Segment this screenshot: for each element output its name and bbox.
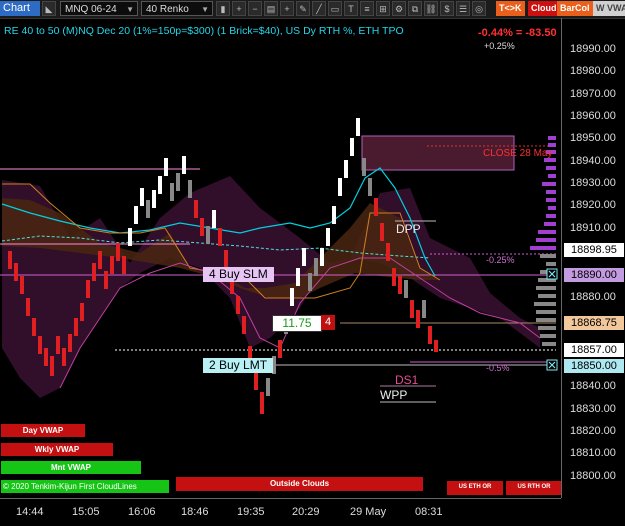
time-tick: 16:06 [128,506,156,518]
marker-current-price: 18857.00 [564,343,624,357]
price-tick: 18830.00 [570,403,616,415]
period-label: 40 Renko [146,4,189,15]
period-selector[interactable]: 40 Renko ▼ [141,1,213,16]
wpp-label: WPP [380,388,408,402]
outside-clouds-button[interactable]: Outside Clouds [176,477,423,491]
price-tick: 18880.00 [570,291,616,303]
marker-last-price: 18898.95 [564,243,624,257]
close-label: CLOSE 28 May [483,148,553,159]
marker-target-price: 18868.75 [564,316,624,330]
barcol-toggle[interactable]: BarCol [557,1,593,16]
data-box-icon[interactable]: ▤ [264,1,278,16]
window-linking-icon[interactable]: ⛓ [424,1,438,16]
fib-tool-icon[interactable]: ≡ [360,1,374,16]
bars-icon[interactable]: ▮ [216,1,230,16]
daily-change-pct: +0.25% [484,41,515,51]
chart-tab[interactable]: Chart [0,1,40,16]
price-tick: 18950.00 [570,132,616,144]
daily-change: -0.44% = -83.50 [478,27,557,39]
instrument-selector[interactable]: MNQ 06-24 ▼ [60,1,138,16]
chart-title: RE 40 to 50 (M)NQ Dec 20 (1%=150p=$300) … [4,25,404,37]
price-tick: 18800.00 [570,470,616,482]
text-tool-icon[interactable]: T [344,1,358,16]
strategy-icon[interactable]: ◎ [472,1,486,16]
volume-profile [530,136,556,346]
ds1-label: DS1 [395,373,419,387]
time-tick: 18:46 [181,506,209,518]
chart-toolbar: Chart ◣ MNQ 06-24 ▼ 40 Renko ▼ ▮ + − ▤ + ✎… [0,0,625,19]
chevron-down-icon: ▼ [201,5,209,14]
dpp-label: DPP [396,222,421,236]
price-tick: 18920.00 [570,199,616,211]
us-rth-or-button[interactable]: US RTH OR [506,481,562,495]
price-entry-box[interactable]: 11.75 [272,315,322,332]
price-ladder-icon[interactable]: ☰ [456,1,470,16]
mnt-vwap-button[interactable]: Mnt VWAP [1,461,141,474]
time-tick: 20:29 [292,506,320,518]
time-axis[interactable]: 14:44 15:05 16:06 18:46 19:35 20:29 29 M… [0,498,561,526]
cursor-icon[interactable]: ◣ [42,1,56,16]
wkly-vwap-button[interactable]: Wkly VWAP [1,443,113,456]
marker-slm-price: 18890.00 [564,268,624,282]
chevron-down-icon: ▼ [126,5,134,14]
cloud-toggle[interactable]: Cloud [528,1,560,16]
time-tick: 08:31 [415,506,443,518]
instrument-label: MNQ 06-24 [65,4,117,15]
buy-slm-order[interactable]: 4 Buy SLM [203,267,274,282]
price-tick: 18960.00 [570,110,616,122]
wvwap-toggle[interactable]: W VWAP [593,1,625,16]
line-tool-icon[interactable]: ╱ [312,1,326,16]
time-tick: 15:05 [72,506,100,518]
tk-toggle[interactable]: T<>K [496,1,525,16]
time-tick: 29 May [350,506,387,518]
minus-05-label: -0.5% [486,363,510,373]
price-tick: 18840.00 [570,380,616,392]
price-tick: 18810.00 [570,447,616,459]
price-tick: 18980.00 [570,65,616,77]
price-tick: 18820.00 [570,425,616,437]
zoom-in-icon[interactable]: + [232,1,246,16]
zoom-out-icon[interactable]: − [248,1,262,16]
price-tick: 18940.00 [570,155,616,167]
copy-icon[interactable]: ⧉ [408,1,422,16]
price-axis[interactable]: 18990.00 18980.00 18970.00 18960.00 1895… [561,18,625,498]
price-tick: 18990.00 [570,43,616,55]
price-chart[interactable]: RE 40 to 50 (M)NQ Dec 20 (1%=150p=$300) … [0,18,562,498]
us-eth-or-button[interactable]: US ETH OR [447,481,503,495]
minus-025-label: -0.25% [486,255,515,265]
rectangle-tool-icon[interactable]: ▭ [328,1,342,16]
quantity-box[interactable]: 4 [321,315,335,330]
copyright-button[interactable]: © 2020 Tenkim-Kijun First CloudLines [1,480,169,493]
day-vwap-button[interactable]: Day VWAP [1,424,85,437]
crosshair-icon[interactable]: + [280,1,294,16]
marker-lmt-price: 18850.00 [564,359,624,373]
price-tick: 18970.00 [570,88,616,100]
time-tick: 19:35 [237,506,265,518]
buy-lmt-order[interactable]: 2 Buy LMT [203,358,274,373]
settings-icon[interactable]: ⚙ [392,1,406,16]
price-tick: 18930.00 [570,177,616,189]
template-icon[interactable]: ⊞ [376,1,390,16]
chart-trader-icon[interactable]: $ [440,1,454,16]
price-tick: 18910.00 [570,222,616,234]
time-tick: 14:44 [16,506,44,518]
pencil-icon[interactable]: ✎ [296,1,310,16]
